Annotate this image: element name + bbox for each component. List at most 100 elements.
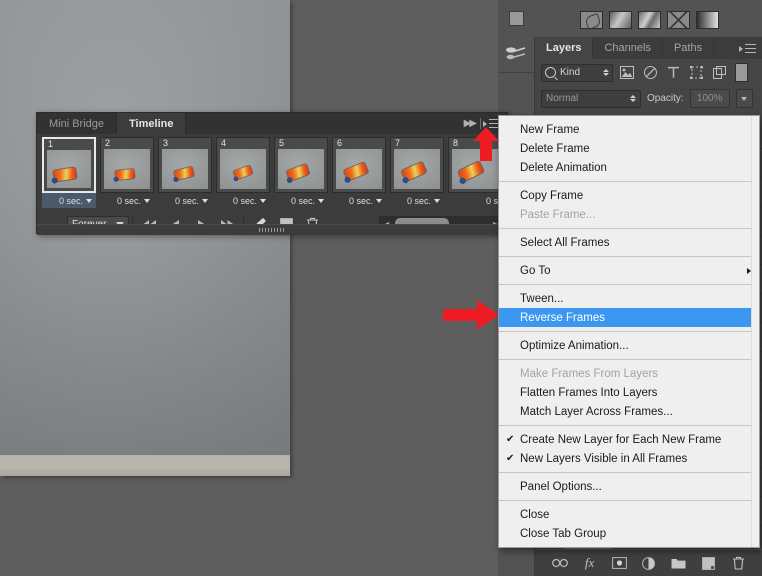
folder-icon (671, 559, 686, 569)
gradient-preset-5[interactable] (696, 11, 719, 29)
frame-thumbnail-box[interactable]: 2 (100, 137, 154, 193)
chevron-down-icon[interactable] (202, 198, 208, 203)
frame-item[interactable]: 3 0 sec. (158, 137, 212, 213)
chevron-down-icon[interactable] (376, 198, 382, 203)
chevron-down-icon[interactable] (434, 198, 440, 203)
red-arrow-up-icon (473, 127, 499, 161)
frame-thumbnail-box[interactable]: 1 (42, 137, 96, 193)
layer-blend-row[interactable]: Normal Opacity: 100% (535, 86, 762, 111)
link-icon (551, 558, 568, 568)
tool-gradient-swatch[interactable] (498, 0, 534, 36)
menu-item-reverse-frames[interactable]: Reverse Frames (499, 308, 759, 327)
menu-item-optimize-animation[interactable]: Optimize Animation... (499, 336, 759, 355)
gradient-preset-3[interactable] (638, 11, 661, 29)
gradient-preset-1[interactable] (580, 11, 603, 29)
tab-layers[interactable]: Layers (535, 37, 594, 59)
blend-mode-value: Normal (546, 93, 579, 104)
menu-divider (499, 256, 759, 257)
frame-thumbnail-box[interactable]: 3 (158, 137, 212, 193)
opacity-dropdown-button[interactable] (735, 89, 753, 108)
menu-item-panel-options[interactable]: Panel Options... (499, 477, 759, 496)
layers-panel-tabs[interactable]: Layers Channels Paths (535, 37, 762, 59)
filter-enable-toggle[interactable] (735, 63, 748, 82)
frame-delay[interactable]: 0 sec. (158, 193, 212, 208)
chevron-down-icon[interactable] (318, 198, 324, 203)
menu-item-tween[interactable]: Tween... (499, 289, 759, 308)
dodge-burn-icon (506, 47, 526, 60)
menu-item-new-frame[interactable]: New Frame (499, 120, 759, 139)
document-image[interactable] (0, 0, 290, 476)
frame-delay[interactable]: 0 sec. (274, 193, 328, 208)
frame-delay[interactable]: 0 sec. (100, 193, 154, 208)
filter-shape-layers[interactable] (687, 64, 705, 82)
adjustment-layer-button[interactable] (639, 553, 659, 573)
chevron-down-icon[interactable] (260, 198, 266, 203)
menu-item-match-layer-across-frames[interactable]: Match Layer Across Frames... (499, 402, 759, 421)
frame-item[interactable]: 2 0 sec. (100, 137, 154, 213)
layer-mask-button[interactable] (609, 553, 629, 573)
layer-filter-row[interactable]: Kind (535, 59, 762, 86)
frame-thumbnail-box[interactable]: 4 (216, 137, 270, 193)
grip-dots-icon[interactable] (259, 228, 285, 232)
menu-item-delete-frame[interactable]: Delete Frame (499, 139, 759, 158)
tab-paths[interactable]: Paths (663, 37, 715, 59)
timeline-panel-flyout-menu[interactable]: New Frame Delete Frame Delete Animation … (498, 115, 760, 548)
chevron-down-icon[interactable] (86, 198, 92, 203)
frame-thumbnail-box[interactable]: 6 (332, 137, 386, 193)
layer-styles-button[interactable]: fx (580, 553, 600, 573)
link-layers-button[interactable] (550, 553, 570, 573)
filter-type-layers[interactable] (664, 64, 682, 82)
canvas-workspace[interactable] (0, 0, 498, 576)
chevron-updown-icon (630, 95, 636, 102)
frame-delay[interactable]: 0 sec. (216, 193, 270, 208)
filter-smart-objects[interactable] (710, 64, 728, 82)
frame-thumbnail-box[interactable]: 7 (390, 137, 444, 193)
frame-sprite (343, 162, 369, 181)
tab-mini-bridge[interactable]: Mini Bridge (37, 113, 118, 134)
fx-icon: fx (584, 555, 595, 570)
menu-item-new-layers-visible-in-all-frames[interactable]: ✔ New Layers Visible in All Frames (499, 449, 759, 468)
frame-strip[interactable]: 1 0 sec. 2 0 sec. 3 0 sec. 4 0 sec. 5 0 … (37, 134, 507, 213)
gradient-preset-4[interactable] (667, 11, 690, 29)
menu-divider (499, 331, 759, 332)
frame-sprite (115, 168, 135, 181)
tab-channels[interactable]: Channels (593, 37, 663, 59)
menu-item-close[interactable]: Close (499, 505, 759, 524)
tab-timeline[interactable]: Timeline (117, 113, 187, 134)
timeline-panel-tabs[interactable]: Mini Bridge Timeline ▶▶ (37, 113, 507, 134)
gradient-preset-2[interactable] (609, 11, 632, 29)
timeline-panel-resize-area[interactable] (37, 224, 507, 233)
frame-item[interactable]: 7 0 sec. (390, 137, 444, 213)
delete-layer-button[interactable] (728, 553, 748, 573)
frame-item[interactable]: 5 0 sec. (274, 137, 328, 213)
blend-mode-select[interactable]: Normal (541, 89, 641, 108)
chevron-down-icon[interactable] (144, 198, 150, 203)
frame-thumbnail (336, 149, 382, 189)
layer-filter-kind-select[interactable]: Kind (541, 63, 613, 82)
frame-item[interactable]: 1 0 sec. (42, 137, 96, 213)
frame-delay[interactable]: 0 sec. (332, 193, 386, 208)
layers-panel-menu-button[interactable] (738, 41, 759, 55)
menu-item-flatten-frames-into-layers[interactable]: Flatten Frames Into Layers (499, 383, 759, 402)
gradient-presets-row[interactable] (580, 11, 719, 29)
frame-delay[interactable]: 0 sec. (390, 193, 444, 208)
frame-delay[interactable]: 0 sec. (42, 193, 96, 208)
menu-item-close-tab-group[interactable]: Close Tab Group (499, 524, 759, 543)
frame-item[interactable]: 6 0 sec. (332, 137, 386, 213)
new-layer-button[interactable] (698, 553, 718, 573)
frame-delay[interactable]: 0 s (448, 193, 502, 208)
menu-item-delete-animation[interactable]: Delete Animation (499, 158, 759, 177)
frame-thumbnail-box[interactable]: 5 (274, 137, 328, 193)
menu-item-copy-frame[interactable]: Copy Frame (499, 186, 759, 205)
filter-pixel-layers[interactable] (618, 64, 636, 82)
opacity-value[interactable]: 100% (689, 89, 730, 108)
text-T-icon (667, 66, 679, 78)
tool-dodge-burn[interactable] (498, 36, 534, 72)
menu-item-select-all-frames[interactable]: Select All Frames (499, 233, 759, 252)
menu-item-create-new-layer-for-each-new-frame[interactable]: ✔ Create New Layer for Each New Frame (499, 430, 759, 449)
frame-item[interactable]: 4 0 sec. (216, 137, 270, 213)
menu-item-go-to[interactable]: Go To (499, 261, 759, 280)
layers-panel-footer[interactable]: fx (535, 549, 762, 576)
filter-adjustment-layers[interactable] (641, 64, 659, 82)
new-group-button[interactable] (669, 553, 689, 573)
